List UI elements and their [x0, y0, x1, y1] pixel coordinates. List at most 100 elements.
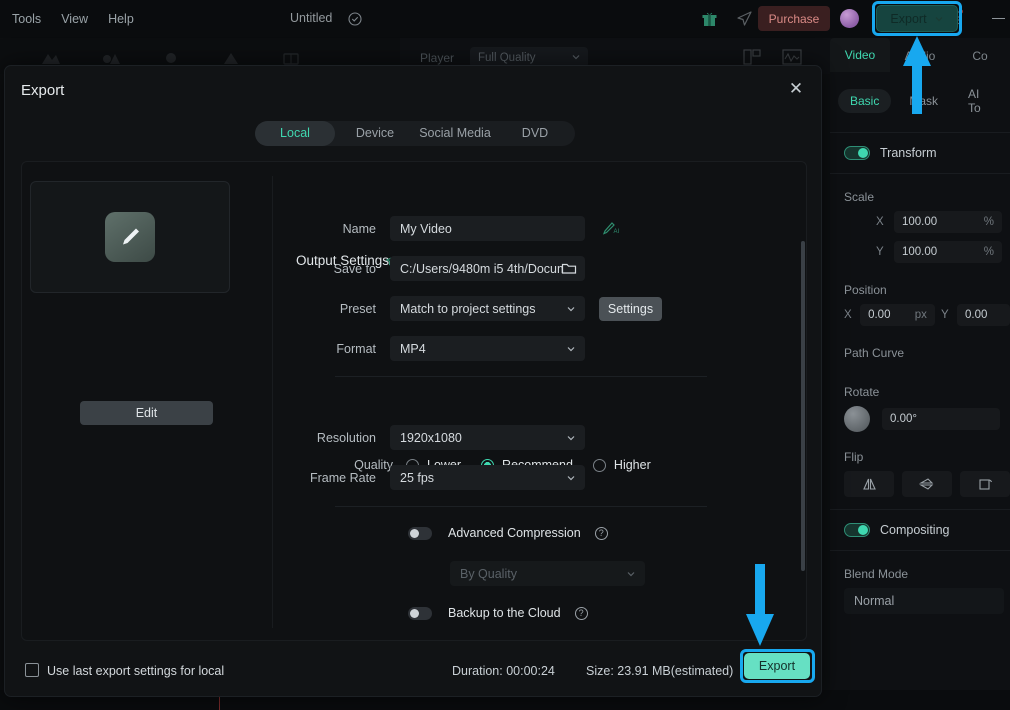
folder-icon[interactable]	[561, 261, 577, 276]
resolution-select[interactable]: 1920x1080	[390, 425, 585, 450]
resolution-row: Resolution 1920x1080	[280, 425, 585, 450]
name-label: Name	[342, 221, 376, 236]
arrow-down-icon	[744, 564, 776, 646]
transform-toggle-row: Transform	[830, 137, 1010, 169]
position-x-unit: px	[914, 309, 927, 321]
scale-y-axis-label: Y	[876, 246, 884, 258]
scale-label: Scale	[844, 190, 875, 204]
frame-rate-select[interactable]: 25 fps	[390, 465, 585, 490]
tab-color[interactable]: Co	[950, 49, 1010, 72]
preset-select[interactable]: Match to project settings	[390, 296, 585, 321]
resolution-value: 1920x1080	[400, 430, 462, 445]
backup-cloud-label: Backup to the Cloud	[448, 606, 561, 620]
rotate-knob[interactable]	[844, 406, 870, 432]
rotate-row: 0.00°	[830, 406, 1010, 438]
rotate-value: 0.00°	[890, 413, 917, 425]
position-x-axis-label: X	[844, 309, 852, 321]
divider	[830, 132, 1010, 133]
tab-video[interactable]: Video	[830, 38, 890, 72]
purchase-button[interactable]: Purchase	[758, 6, 830, 31]
compression-mode-value: By Quality	[460, 566, 517, 581]
ai-rename-icon[interactable]: AI	[601, 221, 621, 237]
tab-dvd[interactable]: DVD	[495, 121, 575, 146]
close-icon[interactable]: ✕	[785, 78, 807, 100]
name-input[interactable]: My Video	[390, 216, 585, 241]
menu-view[interactable]: View	[61, 12, 88, 26]
divider	[830, 173, 1010, 174]
help-icon[interactable]: ?	[574, 606, 588, 620]
quality-radio-higher[interactable]	[592, 458, 606, 472]
divider	[335, 376, 707, 377]
minimize-button[interactable]	[992, 18, 1005, 19]
chevron-down-icon	[571, 52, 581, 62]
flip-horizontal-icon[interactable]	[844, 471, 894, 497]
flip-vertical-icon[interactable]	[902, 471, 952, 497]
divider	[830, 509, 1010, 510]
compositing-toggle-row: Compositing	[830, 514, 1010, 546]
position-x-input[interactable]: 0.00 px	[860, 304, 935, 326]
rotate-input[interactable]: 0.00°	[882, 408, 1000, 430]
dialog-title: Export	[21, 82, 65, 99]
format-select[interactable]: MP4	[390, 336, 585, 361]
settings-scrollbar[interactable]	[801, 241, 805, 571]
backup-cloud-toggle[interactable]	[408, 606, 432, 620]
name-row: Name My Video AI	[280, 216, 621, 241]
video-preview[interactable]	[30, 181, 230, 293]
compression-mode-row: By Quality	[450, 561, 645, 586]
gift-icon[interactable]	[700, 9, 719, 28]
subtab-ai-tools[interactable]: AI To	[956, 82, 1002, 120]
position-y-input[interactable]: 0.00	[957, 304, 1010, 326]
export-target-tabs: Local Device Social Media DVD	[255, 121, 575, 146]
compression-mode-select[interactable]: By Quality	[450, 561, 645, 586]
position-y-value: 0.00	[965, 309, 988, 321]
tab-social-media[interactable]: Social Media	[415, 121, 495, 146]
export-dialog: Export ✕ Local Device Social Media DVD E…	[4, 65, 822, 697]
send-icon[interactable]	[735, 9, 754, 28]
document-title: Untitled	[290, 11, 333, 25]
scale-x-axis-label: X	[876, 216, 884, 228]
compositing-toggle[interactable]	[844, 523, 870, 537]
split-view-icon[interactable]	[742, 48, 762, 66]
transform-toggle[interactable]	[844, 146, 870, 160]
avatar[interactable]	[840, 9, 859, 28]
name-value: My Video	[400, 221, 452, 236]
scale-x-value: 100.00	[902, 216, 938, 228]
advanced-compression-row: Advanced Compression ?	[408, 526, 608, 540]
transform-label: Transform	[880, 146, 937, 160]
position-label: Position	[844, 283, 887, 297]
tab-local[interactable]: Local	[255, 121, 335, 146]
settings-button[interactable]: Settings	[599, 296, 662, 321]
use-last-settings-checkbox[interactable]	[25, 663, 39, 677]
menu-tools[interactable]: Tools	[12, 12, 41, 26]
arrow-up-icon	[900, 36, 934, 114]
scale-y-input[interactable]: 100.00 %	[894, 241, 1002, 263]
rotate-icon[interactable]	[960, 471, 1010, 497]
compositing-label: Compositing	[880, 523, 950, 537]
properties-panel: Video Audio Co Basic Mask AI To Transfor…	[830, 38, 1010, 710]
subtab-basic[interactable]: Basic	[838, 89, 892, 113]
scale-y-value: 100.00	[902, 246, 938, 258]
advanced-compression-toggle[interactable]	[408, 526, 432, 540]
player-label: Player	[420, 51, 455, 65]
advanced-compression-label: Advanced Compression	[448, 526, 581, 540]
blend-mode-select[interactable]: Normal	[844, 588, 1004, 614]
export-dialog-highlight	[740, 649, 815, 683]
quality-label-higher: Higher	[613, 458, 651, 472]
tab-device[interactable]: Device	[335, 121, 415, 146]
preset-label: Preset	[339, 301, 376, 316]
preset-value: Match to project settings	[400, 301, 536, 316]
save-to-input[interactable]: C:/Users/9480m i5 4th/Docum	[390, 256, 585, 281]
chevron-down-icon	[566, 473, 576, 483]
help-icon[interactable]: ?	[594, 526, 608, 540]
chevron-down-icon	[566, 304, 576, 314]
menu-help[interactable]: Help	[108, 12, 134, 26]
scale-x-input[interactable]: 100.00 %	[894, 211, 1002, 233]
frame-rate-row: Frame Rate 25 fps	[280, 465, 585, 490]
waveform-icon[interactable]	[782, 48, 802, 66]
resolution-label: Resolution	[316, 430, 376, 445]
format-label: Format	[336, 341, 376, 356]
frame-rate-value: 25 fps	[400, 470, 435, 485]
use-last-settings-label: Use last export settings for local	[47, 664, 225, 678]
edit-button[interactable]: Edit	[80, 401, 213, 425]
size-text: Size: 23.91 MB(estimated)	[586, 664, 734, 678]
